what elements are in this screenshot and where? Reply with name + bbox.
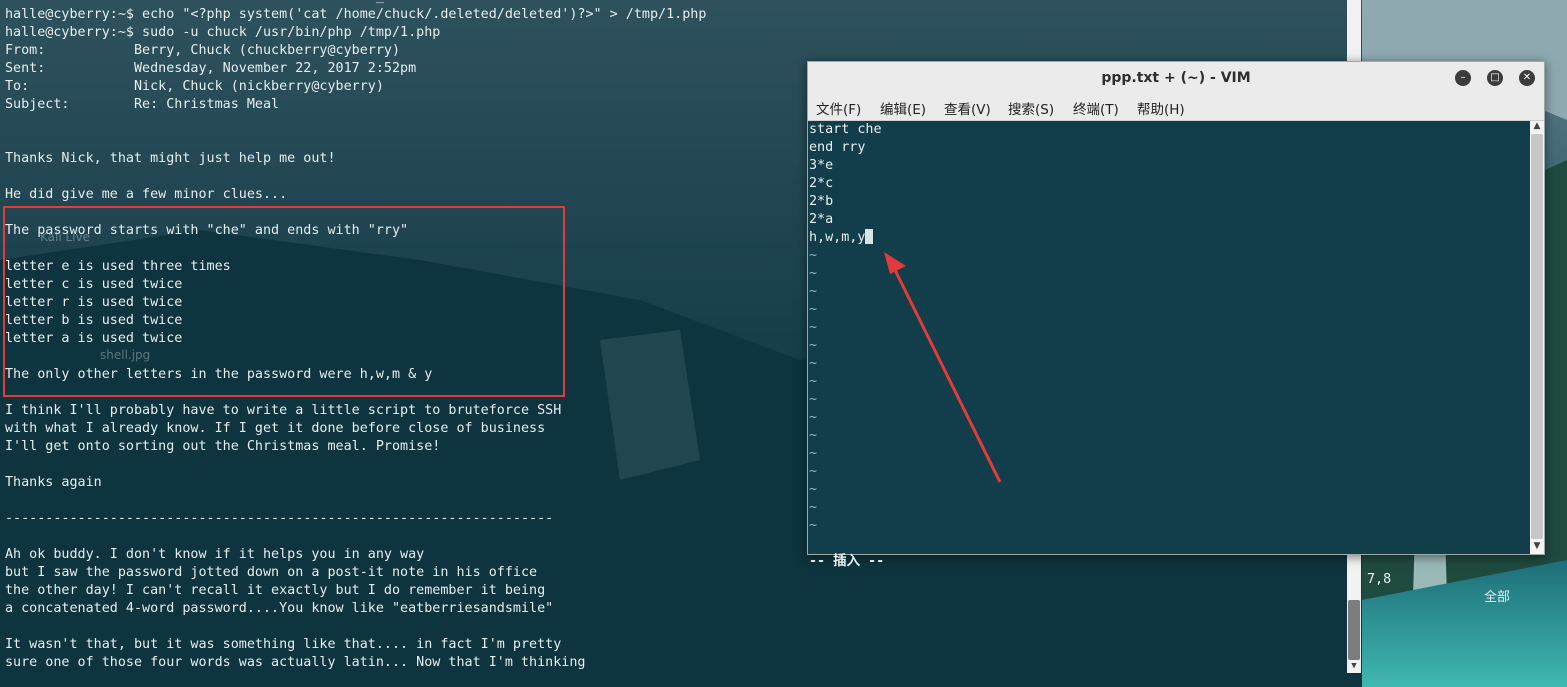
vim-scrollbar-thumb[interactable] [1531, 134, 1543, 539]
desktop-label-shell-jpg: shell.jpg [100, 348, 151, 362]
terminal-line: but I saw the password jotted down on a … [5, 565, 538, 580]
vim-statusline: -- 插入 -- 7,8 全部 [809, 535, 1529, 605]
vim-mode-indicator: -- 插入 -- [809, 554, 885, 569]
terminal-line: It wasn't that, but it was something lik… [5, 637, 562, 652]
red-arrow-annotation [884, 252, 1002, 483]
terminal-line: halle@cyberry:~$ sudo -u chuck /usr/bin/… [5, 25, 441, 40]
vim-empty-line-marker: ~ [809, 500, 818, 515]
vim-line-text: h,w,m,y [809, 230, 866, 245]
scroll-down-arrow-icon[interactable]: ▼ [1349, 660, 1359, 672]
menu-edit[interactable]: 编辑(E) [880, 98, 926, 118]
minimize-icon[interactable]: – [1455, 70, 1471, 86]
menu-search[interactable]: 搜索(S) [1008, 98, 1054, 118]
menu-view[interactable]: 查看(V) [944, 98, 991, 118]
menu-file[interactable]: 文件(F) [816, 98, 861, 118]
vim-scrollbar[interactable]: ▲ ▼ [1530, 121, 1544, 554]
maximize-icon[interactable]: □ [1487, 70, 1503, 86]
vim-line-text: 2*a [809, 212, 834, 227]
vim-line[interactable]: 3*e [809, 157, 882, 175]
vim-line-text: start che [809, 122, 882, 137]
terminal-line: a concatenated 4-word password....You kn… [5, 601, 554, 616]
desktop-label-kali-live: Kali Live [40, 230, 90, 244]
window-title: ppp.txt + (~) - VIM [1101, 70, 1251, 86]
vim-line[interactable]: 2*c [809, 175, 882, 193]
vim-empty-line-marker: ~ [809, 518, 818, 533]
terminal-line: the other day! I can't recall it exactly… [5, 583, 546, 598]
vim-line[interactable]: 2*b [809, 193, 882, 211]
cursor-position: 7,8 [1367, 572, 1392, 587]
vim-menubar: 文件(F) 编辑(E) 查看(V) 搜索(S) 终端(T) 帮助(H) [808, 94, 1544, 121]
menu-help[interactable]: 帮助(H) [1137, 98, 1185, 118]
scroll-down-arrow-icon[interactable]: ▼ [1532, 541, 1542, 553]
vim-line[interactable]: end rry [809, 139, 882, 157]
vim-line-text: 3*e [809, 158, 834, 173]
terminal-scrollbar-thumb[interactable] [1348, 600, 1360, 660]
vim-line[interactable]: start che [809, 121, 882, 139]
terminal-line: halle@cyberry:~$ echo "<?php system('cat… [5, 7, 707, 22]
terminal-line: sure one of those four words was actuall… [5, 655, 586, 670]
vim-line-text: 2*c [809, 176, 834, 191]
vim-line[interactable]: 2*a [809, 211, 882, 229]
scroll-up-arrow-icon[interactable]: ▲ [1532, 121, 1542, 133]
vim-line-text: end rry [809, 140, 866, 155]
terminal-line: From: Berry, Chuck (chuckberry@cyberry) [5, 43, 401, 58]
vim-titlebar[interactable]: ppp.txt + (~) - VIM – □ ✕ [808, 62, 1544, 95]
scroll-percentage: 全部 [1484, 590, 1511, 605]
menu-terminal[interactable]: 终端(T) [1073, 98, 1119, 118]
close-icon[interactable]: ✕ [1519, 70, 1535, 86]
vim-line-text: 2*b [809, 194, 834, 209]
